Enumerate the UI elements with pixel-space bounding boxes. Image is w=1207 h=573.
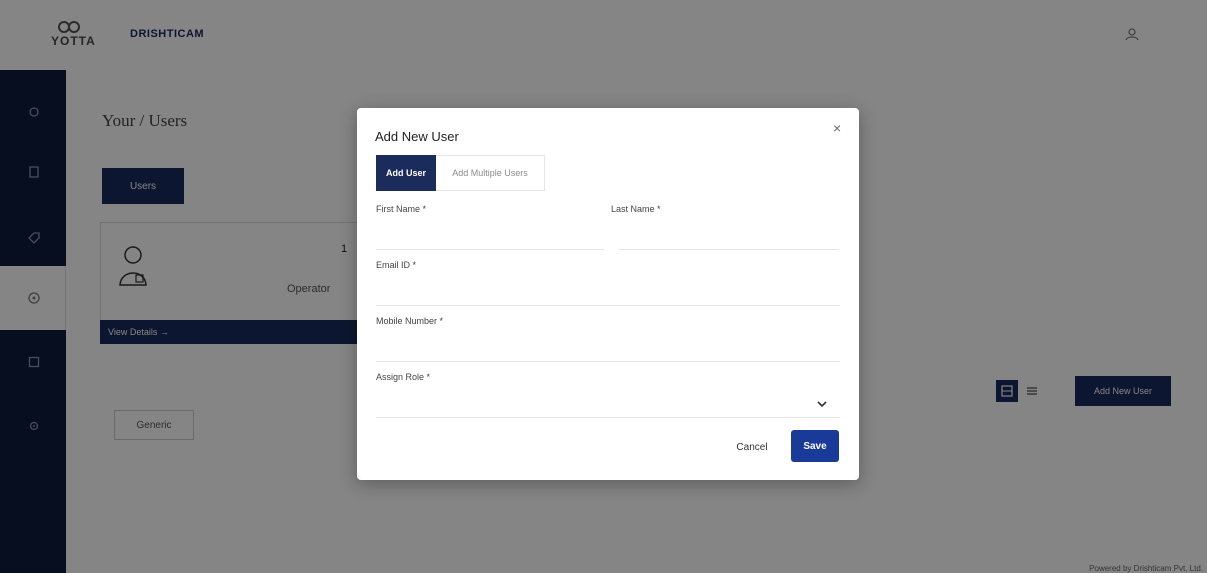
mobile-number-label: Mobile Number * xyxy=(376,316,444,326)
assign-role-select[interactable] xyxy=(376,388,840,418)
tab-add-user[interactable]: Add User xyxy=(376,155,436,191)
chevron-down-icon xyxy=(817,401,827,408)
first-name-label: First Name * xyxy=(376,204,427,214)
mobile-number-input[interactable] xyxy=(376,332,840,362)
assign-role-label: Assign Role * xyxy=(376,372,431,382)
email-label: Email ID * xyxy=(376,260,417,270)
modal-title: Add New User xyxy=(375,129,459,144)
close-icon[interactable]: × xyxy=(833,120,841,136)
tab-add-multiple-users[interactable]: Add Multiple Users xyxy=(436,155,545,191)
first-name-input[interactable] xyxy=(376,220,604,250)
save-button[interactable]: Save xyxy=(791,430,839,462)
cancel-button[interactable]: Cancel xyxy=(727,433,777,461)
last-name-label: Last Name * xyxy=(611,204,661,214)
add-user-modal: Add New User × Add User Add Multiple Use… xyxy=(357,108,859,480)
last-name-input[interactable] xyxy=(619,220,839,250)
email-input[interactable] xyxy=(376,276,840,306)
